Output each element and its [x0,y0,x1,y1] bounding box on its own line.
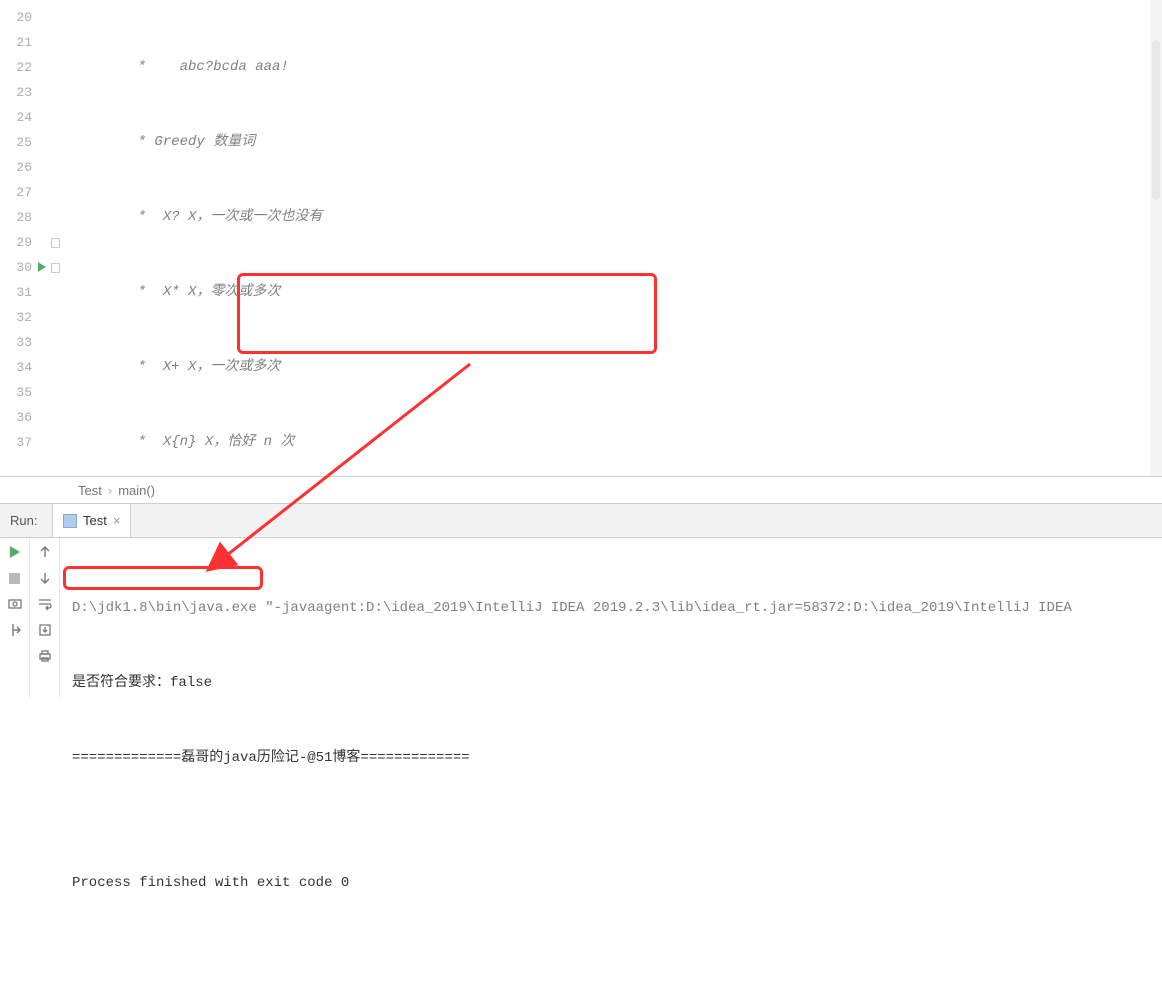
console-line: Process finished with exit code 0 [72,871,1150,896]
gutter-num: 21 [0,30,62,55]
gutter-num: 26 [0,155,62,180]
code-text: * X? X，一次或一次也没有 [62,209,322,225]
code-editor[interactable]: 20 21 22 23 24 25 26 27 28 29 30 31 32 3… [0,0,1162,476]
soft-wrap-icon[interactable] [37,596,53,612]
gutter-num: 24 [0,105,62,130]
gutter-num: 29 [0,230,62,255]
run-tab[interactable]: Test × [52,504,131,537]
gutter-num: 20 [0,5,62,30]
run-label: Run: [0,513,44,528]
print-icon[interactable] [37,648,53,664]
arrow-down-icon[interactable] [37,570,53,586]
gutter-num: 37 [0,430,62,455]
tab-title: Test [83,513,107,528]
exit-icon[interactable] [7,622,23,638]
vertical-scrollbar[interactable] [1150,0,1162,476]
stop-icon[interactable] [7,570,23,586]
code-text: * X+ X，一次或多次 [62,359,280,375]
console-output[interactable]: D:\jdk1.8\bin\java.exe "-javaagent:D:\id… [60,538,1162,698]
code-text: * Greedy 数量词 [62,134,255,150]
gutter-num: 33 [0,330,62,355]
annotation-box [63,566,263,590]
gutter-num: 34 [0,355,62,380]
fold-icon[interactable] [51,238,60,248]
scrollbar-thumb[interactable] [1152,40,1160,200]
gutter-num: 30 [0,255,62,280]
fold-icon[interactable] [51,263,60,273]
breadcrumb-item[interactable]: main() [118,483,155,498]
chevron-right-icon: › [108,483,112,498]
run-toolbar-left [0,538,30,698]
gutter-num: 32 [0,305,62,330]
arrow-up-icon[interactable] [37,544,53,560]
gutter: 20 21 22 23 24 25 26 27 28 29 30 31 32 3… [0,0,62,476]
console-line: 是否符合要求：false [72,671,1150,696]
run-panel-body: D:\jdk1.8\bin\java.exe "-javaagent:D:\id… [0,538,1162,698]
gutter-num: 27 [0,180,62,205]
gutter-num: 23 [0,80,62,105]
gutter-num: 28 [0,205,62,230]
run-gutter-icon[interactable] [38,262,46,272]
gutter-num: 36 [0,405,62,430]
gutter-num: 22 [0,55,62,80]
code-content[interactable]: * abc?bcda aaa! * Greedy 数量词 * X? X，一次或一… [62,0,1162,476]
run-toolbar-right [30,538,60,698]
console-line: D:\jdk1.8\bin\java.exe "-javaagent:D:\id… [72,596,1150,621]
code-text: * abc?bcda aaa! [62,59,289,75]
gutter-num: 25 [0,130,62,155]
code-text: * X* X，零次或多次 [62,284,280,300]
gutter-num: 35 [0,380,62,405]
code-text: * X{n} X，恰好 n 次 [62,434,294,450]
application-icon [63,514,77,528]
scroll-to-end-icon[interactable] [37,622,53,638]
run-panel-header: Run: Test × [0,504,1162,538]
dump-threads-icon[interactable] [7,596,23,612]
breadcrumb: Test › main() [0,476,1162,504]
close-icon[interactable]: × [113,513,121,528]
rerun-icon[interactable] [7,544,23,560]
breadcrumb-item[interactable]: Test [78,483,102,498]
gutter-num: 31 [0,280,62,305]
console-line: =============磊哥的java历险记-@51博客===========… [72,746,1150,771]
